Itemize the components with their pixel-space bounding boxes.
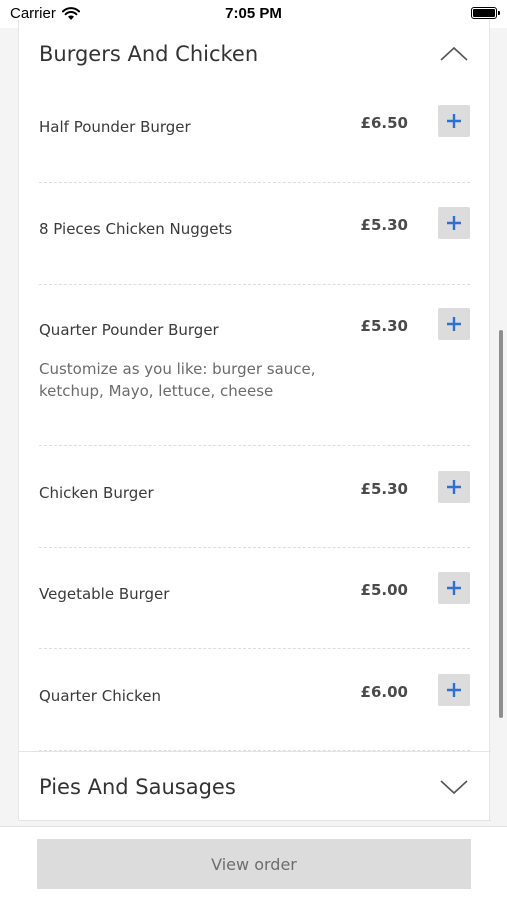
add-item-button[interactable] [438,207,470,239]
item-name: Half Pounder Burger [39,118,191,136]
item-price: £5.30 [360,480,408,498]
item-price: £5.00 [360,581,408,599]
item-price: £5.30 [360,216,408,234]
plus-icon [447,114,461,128]
section-title: Pies And Sausages [39,775,236,799]
item-divider [39,445,470,446]
plus-icon [447,480,461,494]
plus-icon [447,216,461,230]
battery-icon [471,7,500,19]
menu-item: Vegetable Burger £5.00 [39,572,470,612]
item-divider [39,284,470,285]
item-name: Vegetable Burger [39,585,170,603]
item-name: Quarter Chicken [39,687,161,705]
add-item-button[interactable] [438,471,470,503]
scrollbar[interactable] [499,330,503,718]
item-description: Customize as you like: burger sauce, ket… [39,360,316,400]
section-header-burgers-and-chicken[interactable]: Burgers And Chicken [19,20,491,88]
menu-item: Quarter Pounder Burger £5.30 Customize a… [39,308,470,404]
item-name: Quarter Pounder Burger [39,321,219,339]
section-title: Burgers And Chicken [39,42,259,66]
chevron-down-icon [440,780,468,795]
item-price: £5.30 [360,317,408,335]
add-item-button[interactable] [438,105,470,137]
footer: View order [0,826,507,900]
menu-item: Half Pounder Burger £6.50 [39,105,470,145]
add-item-button[interactable] [438,674,470,706]
menu-card: Burgers And Chicken Half Pounder Burger … [18,20,491,821]
add-item-button[interactable] [438,572,470,604]
add-item-button[interactable] [438,308,470,340]
menu-item: Quarter Chicken £6.00 [39,674,470,714]
item-divider [39,648,470,649]
plus-icon [447,317,461,331]
menu-item: 8 Pieces Chicken Nuggets £5.30 [39,207,470,247]
item-name: Chicken Burger [39,484,154,502]
menu-item: Chicken Burger £5.30 [39,471,470,511]
view-order-button[interactable]: View order [37,839,471,889]
item-price: £6.50 [360,114,408,132]
chevron-up-icon [440,46,468,61]
section-divider [19,751,491,752]
item-divider [39,547,470,548]
plus-icon [447,683,461,697]
section-header-pies-and-sausages[interactable]: Pies And Sausages [19,753,491,821]
item-name: 8 Pieces Chicken Nuggets [39,220,233,238]
section-divider [19,820,491,821]
plus-icon [447,581,461,595]
item-divider [39,182,470,183]
item-price: £6.00 [360,683,408,701]
